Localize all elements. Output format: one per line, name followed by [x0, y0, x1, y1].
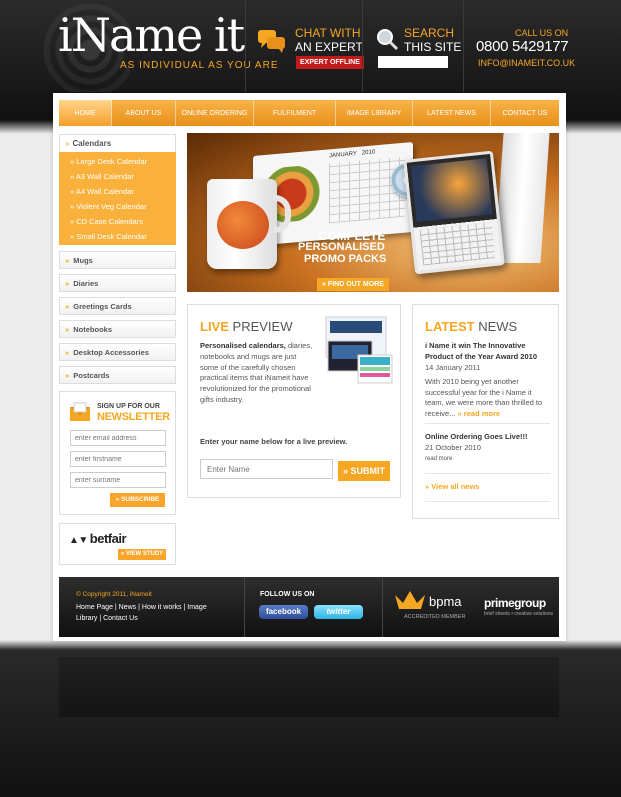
submenu-item[interactable]: » Violent Veg Calendar — [59, 199, 176, 214]
header-divider — [245, 0, 246, 92]
search-subtitle: THIS SITE — [404, 40, 462, 54]
news-date: 14 January 2011 — [425, 363, 481, 372]
header-divider — [463, 0, 464, 92]
sidebar-item-postcards[interactable]: » Postcards — [59, 366, 176, 384]
twitter-button[interactable]: twitter — [314, 605, 363, 619]
phone-number[interactable]: 0800 5429177 — [476, 38, 569, 55]
search-title: SEARCH — [404, 26, 455, 40]
footer-divider — [244, 577, 245, 637]
read-more-link[interactable]: read more — [425, 456, 452, 462]
sidebar-item-diaries[interactable]: » Diaries — [59, 274, 176, 292]
copyright: © Copyright 2011, iNameit — [76, 591, 152, 598]
follow-us-label: FOLLOW US ON — [260, 591, 315, 598]
promo-banner[interactable]: JANUARY 2010 COMPLETE PERSONALISED PROMO… — [187, 133, 559, 292]
sidebar-item-notebooks[interactable]: » Notebooks — [59, 320, 176, 338]
live-preview-title: LIVE PREVIEW — [200, 319, 293, 334]
footer-reflection — [59, 657, 559, 717]
arrows-icon: ▲▼ — [69, 535, 88, 546]
logo[interactable]: iName it — [58, 8, 245, 62]
chat-subtitle[interactable]: AN EXPERT — [295, 40, 363, 54]
subscribe-button[interactable]: » SUBSCRIBE — [110, 493, 165, 507]
read-more-link[interactable]: » read more — [455, 409, 501, 418]
nav-home[interactable]: HOME — [59, 100, 112, 126]
header: iName it AS INDIVIDUAL AS YOU ARE CHAT W… — [0, 0, 621, 92]
nav-contact-us[interactable]: CONTACT US — [491, 100, 559, 126]
footer-links[interactable]: Home Page | News | How it works | Image … — [76, 602, 216, 624]
primegroup-logo[interactable]: primegroup — [484, 596, 546, 610]
submenu-item[interactable]: » A3 Wall Calendar — [59, 169, 176, 184]
chevron-down-icon: » — [65, 139, 70, 148]
divider — [425, 473, 550, 474]
sidebar-item-mugs[interactable]: » Mugs — [59, 251, 176, 269]
email-field[interactable] — [70, 430, 166, 446]
envelope-icon — [70, 402, 90, 421]
bpma-subtitle: ACCREDITED MEMBER — [404, 614, 466, 620]
betfair-logo[interactable]: ▲▼ betfair — [69, 531, 127, 546]
newsletter-title: NEWSLETTER — [97, 411, 170, 423]
submenu-item[interactable]: » Small Desk Calendar — [59, 229, 176, 244]
sidebar-item-calendars[interactable]: » Calendars — [59, 134, 176, 152]
news-date: 21 October 2010 — [425, 443, 481, 452]
divider — [425, 423, 550, 424]
desk-calendar-image — [403, 150, 505, 275]
nav-online-ordering[interactable]: ONLINE ORDERING — [176, 100, 254, 126]
view-all-news-link[interactable]: » View all news — [425, 482, 479, 491]
surname-field[interactable] — [70, 472, 166, 488]
news-headline[interactable]: Online Ordering Goes Live!!! — [425, 432, 550, 443]
chat-icon[interactable] — [258, 28, 286, 54]
main-nav: HOME ABOUT US ONLINE ORDERING FULFILMENT… — [59, 100, 559, 126]
live-preview-description: Personalised calendars, diaries, noteboo… — [200, 341, 313, 404]
facebook-button[interactable]: facebook — [259, 605, 308, 619]
search-icon[interactable] — [376, 28, 398, 50]
expert-status-badge: EXPERT OFFLINE — [296, 56, 364, 69]
news-headline[interactable]: i Name it win The Innovative Product of … — [425, 341, 550, 362]
search-input[interactable] — [378, 56, 448, 68]
banner-headline-2: PERSONALISED — [298, 241, 385, 253]
primegroup-subtitle: brief sheets • creative solutions — [484, 611, 554, 617]
mug-image — [207, 179, 277, 269]
sidebar-item-desktop-accessories[interactable]: » Desktop Accessories — [59, 343, 176, 361]
tagline: AS INDIVIDUAL AS YOU ARE — [120, 60, 279, 71]
bpma-logo[interactable]: bpma — [429, 594, 462, 609]
nav-image-library[interactable]: IMAGE LIBRARY — [336, 100, 413, 126]
live-preview-box: LIVE PREVIEW Personalised calendars, dia… — [187, 304, 401, 498]
footer: © Copyright 2011, iNameit Home Page | Ne… — [59, 577, 559, 637]
live-preview-prompt: Enter your name below for a live preview… — [200, 437, 348, 446]
newsletter-box: SIGN UP FOR OUR NEWSLETTER » SUBSCRIBE — [59, 391, 176, 515]
calendar-month: JANUARY 2010 — [329, 149, 376, 160]
submit-button[interactable]: » SUBMIT — [338, 461, 390, 481]
chat-title[interactable]: CHAT WITH — [295, 26, 361, 40]
latest-news-title: LATEST NEWS — [425, 319, 518, 334]
nav-latest-news[interactable]: LATEST NEWS — [413, 100, 491, 126]
sidebar-item-label: Calendars — [72, 139, 112, 148]
calendar-submenu: » Large Desk Calendar » A3 Wall Calendar… — [59, 152, 176, 245]
nav-about-us[interactable]: ABOUT US — [112, 100, 176, 126]
nav-fulfilment[interactable]: FULFILMENT — [254, 100, 336, 126]
news-body: With 2010 being yet another successful y… — [425, 377, 543, 418]
latest-news-box: LATEST NEWS i Name it win The Innovative… — [412, 304, 559, 519]
bpma-crown-icon — [395, 591, 425, 609]
call-us-label: CALL US ON — [515, 28, 569, 38]
email-link[interactable]: INFO@INAMEIT.CO.UK — [478, 58, 575, 68]
divider — [425, 501, 550, 502]
firstname-field[interactable] — [70, 451, 166, 467]
sidebar-item-greetings-cards[interactable]: » Greetings Cards — [59, 297, 176, 315]
product-box-image — [494, 133, 550, 263]
submenu-item[interactable]: » A4 Wall Calendar — [59, 184, 176, 199]
sponsor-box: ▲▼ betfair » VIEW STUDY — [59, 523, 176, 565]
newsletter-title-small: SIGN UP FOR OUR — [97, 403, 160, 410]
submenu-item[interactable]: » CD Case Calendars — [59, 214, 176, 229]
name-input[interactable] — [200, 459, 333, 479]
find-out-more-button[interactable]: » FIND OUT MORE — [317, 278, 389, 291]
footer-divider — [382, 577, 383, 637]
calendar-products-image — [325, 316, 393, 384]
header-divider — [362, 0, 363, 92]
banner-headline-3: PROMO PACKS — [304, 253, 387, 265]
submenu-item[interactable]: » Large Desk Calendar — [59, 154, 176, 169]
view-study-button[interactable]: » VIEW STUDY — [118, 549, 166, 560]
